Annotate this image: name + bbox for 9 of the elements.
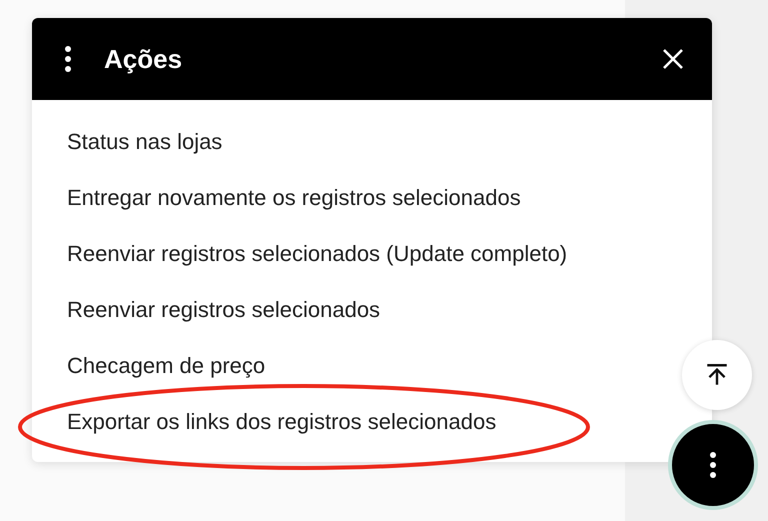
more-icon (709, 452, 717, 478)
more-icon[interactable] (64, 46, 72, 72)
menu-item[interactable]: Checagem de preço (67, 346, 266, 386)
close-icon[interactable] (662, 48, 684, 70)
menu-item[interactable]: Entregar novamente os registros selecionados (67, 178, 521, 218)
menu-item[interactable]: Reenviar registros selecionados (Update completo) (67, 234, 568, 274)
menu-item[interactable]: Reenviar registros selecionados (67, 290, 380, 330)
menu-title: Ações (104, 44, 184, 74)
menu-item[interactable]: Status nas lojas (67, 122, 222, 162)
